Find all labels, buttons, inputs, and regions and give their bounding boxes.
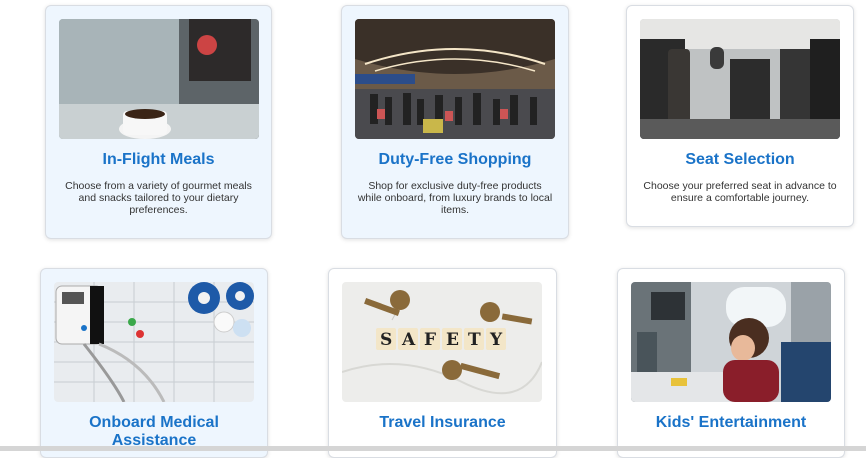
service-card-in-flight-meals[interactable]: In-Flight Meals Choose from a variety of… bbox=[45, 5, 272, 239]
travel-insurance-image: S A F E T Y bbox=[342, 282, 542, 402]
service-description: Choose from a variety of gourmet meals a… bbox=[65, 180, 252, 216]
in-flight-meals-image bbox=[59, 19, 259, 139]
service-title: Kids' Entertainment bbox=[655, 414, 807, 431]
service-title: Travel Insurance bbox=[379, 414, 506, 431]
duty-free-shopping-image bbox=[355, 19, 555, 139]
svg-text:S: S bbox=[380, 330, 392, 350]
svg-text:A: A bbox=[401, 330, 416, 350]
service-description: Shop for exclusive duty-free products wh… bbox=[357, 180, 553, 216]
service-title: Duty-Free Shopping bbox=[378, 151, 532, 168]
service-card-onboard-medical-assistance[interactable]: Onboard Medical Assistance bbox=[40, 268, 268, 458]
onboard-medical-assistance-image bbox=[54, 282, 254, 402]
seat-selection-image bbox=[640, 19, 840, 139]
kids-entertainment-image bbox=[631, 282, 831, 402]
service-card-kids-entertainment[interactable]: Kids' Entertainment bbox=[617, 268, 845, 458]
service-card-seat-selection[interactable]: Seat Selection Choose your preferred sea… bbox=[626, 5, 854, 227]
svg-text:F: F bbox=[424, 330, 436, 350]
service-description: Choose your preferred seat in advance to… bbox=[643, 180, 837, 204]
service-card-travel-insurance[interactable]: S A F E T Y Travel Insurance bbox=[328, 268, 557, 458]
svg-text:Y: Y bbox=[489, 330, 503, 350]
service-title: In-Flight Meals bbox=[102, 151, 215, 168]
service-title: Seat Selection bbox=[685, 151, 795, 168]
svg-text:T: T bbox=[468, 330, 481, 350]
horizontal-scrollbar[interactable] bbox=[0, 446, 866, 451]
service-card-duty-free-shopping[interactable]: Duty-Free Shopping Shop for exclusive du… bbox=[341, 5, 569, 239]
service-title: Onboard Medical Assistance bbox=[89, 414, 219, 449]
svg-text:E: E bbox=[446, 330, 459, 350]
